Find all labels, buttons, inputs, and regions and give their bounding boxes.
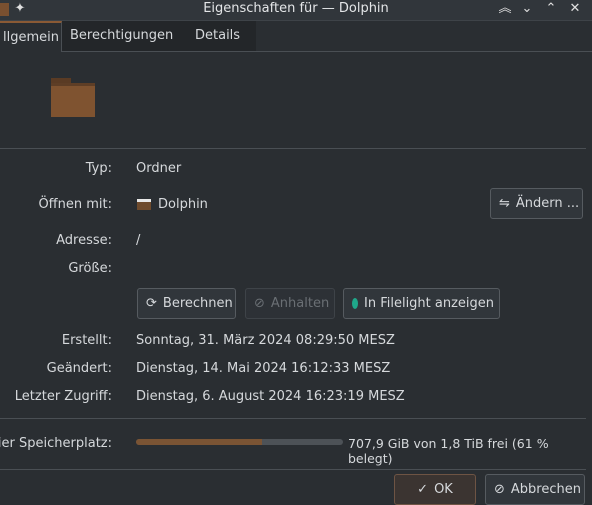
open-with-value: Dolphin bbox=[158, 197, 208, 212]
cancel-button[interactable]: ⊘ Abbrechen bbox=[485, 474, 585, 505]
disk-usage-fill bbox=[136, 439, 263, 445]
maximize-icon[interactable]: ⌃ bbox=[541, 0, 561, 20]
separator bbox=[0, 148, 586, 149]
free-space-label: eier Speicherplatz: bbox=[0, 436, 112, 451]
change-button[interactable]: ⇋ Ändern ... bbox=[490, 188, 583, 219]
ok-button[interactable]: ✓ OK bbox=[394, 474, 476, 505]
accessed-value: Dienstag, 6. August 2024 16:23:19 MESZ bbox=[136, 389, 405, 404]
check-icon: ✓ bbox=[417, 482, 429, 497]
separator bbox=[0, 418, 586, 419]
title-bar: ✦ Eigenschaften für — Dolphin ︽ ⌄ ⌃ ✕ bbox=[0, 0, 592, 21]
accessed-label: Letzter Zugriff: bbox=[14, 389, 112, 404]
tab-details[interactable]: Details bbox=[195, 21, 240, 51]
minimize-icon[interactable]: ⌄ bbox=[517, 0, 537, 20]
type-label: Typ: bbox=[85, 161, 112, 176]
filelight-button[interactable]: In Filelight anzeigen bbox=[343, 288, 500, 319]
address-label: Adresse: bbox=[56, 233, 112, 248]
cancel-icon: ⊘ bbox=[254, 296, 265, 311]
size-label: Größe: bbox=[68, 261, 112, 276]
created-label: Erstellt: bbox=[61, 333, 112, 348]
settings-sliders-icon: ⇋ bbox=[499, 196, 510, 211]
stop-button[interactable]: ⊘ Anhalten bbox=[245, 288, 335, 319]
free-space-value: 707,9 GiB von 1,8 TiB frei (61 % belegt) bbox=[348, 436, 549, 466]
separator bbox=[0, 469, 586, 470]
calculate-button[interactable]: ⟳ Berechnen bbox=[137, 288, 236, 319]
close-icon[interactable]: ✕ bbox=[565, 0, 585, 20]
tab-general[interactable]: llgemein bbox=[0, 21, 62, 52]
disk-usage-bar bbox=[136, 439, 343, 445]
type-value: Ordner bbox=[136, 161, 182, 176]
address-value: / bbox=[136, 233, 141, 248]
modified-label: Geändert: bbox=[46, 361, 112, 376]
folder-icon[interactable] bbox=[51, 78, 95, 117]
keep-above-icon[interactable]: ︽ bbox=[495, 0, 515, 20]
created-value: Sonntag, 31. März 2024 08:29:50 MESZ bbox=[136, 333, 395, 348]
dolphin-icon bbox=[137, 199, 151, 210]
open-with-label: Öffnen mit: bbox=[38, 197, 112, 212]
modified-value: Dienstag, 14. Mai 2024 16:12:33 MESZ bbox=[136, 361, 391, 376]
tab-permissions[interactable]: Berechtigungen bbox=[70, 21, 173, 51]
cancel-icon: ⊘ bbox=[494, 482, 505, 497]
refresh-icon: ⟳ bbox=[146, 296, 157, 311]
filelight-icon bbox=[352, 298, 358, 309]
